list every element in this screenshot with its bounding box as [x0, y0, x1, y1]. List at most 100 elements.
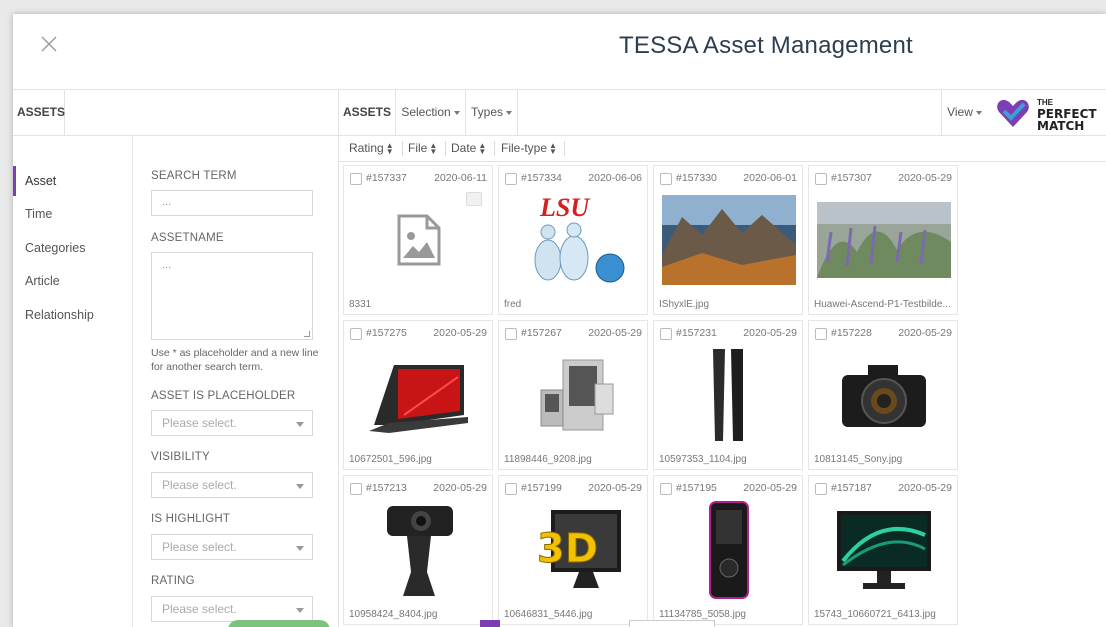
search-panel: SEARCH TERM ... ASSETNAME ... Use * as p… — [133, 136, 338, 627]
select-checkbox[interactable] — [815, 173, 827, 185]
side-nav-relationship[interactable]: Relationship — [13, 300, 132, 330]
select-checkbox[interactable] — [660, 173, 672, 185]
asset-date: 2020-05-29 — [743, 327, 797, 339]
sort-date[interactable]: Date ▲ ▼ — [451, 141, 486, 155]
types-dropdown[interactable]: Types — [466, 90, 518, 135]
side-nav-article[interactable]: Article — [13, 266, 132, 296]
view-dropdown[interactable]: View — [941, 90, 987, 135]
asset-date: 2020-06-06 — [588, 172, 642, 184]
side-nav-asset[interactable]: Asset — [13, 166, 132, 196]
select-value: Please select. — [162, 602, 237, 616]
select-checkbox[interactable] — [815, 483, 827, 495]
3d-monitor-image: 3D — [504, 500, 644, 600]
select-checkbox[interactable] — [350, 328, 362, 340]
selection-label: Selection — [401, 105, 451, 119]
close-icon[interactable] — [39, 34, 59, 54]
sort-rating-label: Rating — [349, 141, 384, 155]
asset-placeholder-select[interactable]: Please select. — [151, 410, 313, 436]
asset-id: #157267 — [521, 327, 562, 339]
asset-date: 2020-05-29 — [588, 327, 642, 339]
asset-date: 2020-05-29 — [898, 172, 952, 184]
asset-id: #157334 — [521, 172, 562, 184]
rating-select[interactable]: Please select. — [151, 596, 313, 622]
sort-rating[interactable]: Rating ▲ ▼ — [349, 141, 394, 155]
asset-date: 2020-06-01 — [743, 172, 797, 184]
asset-card[interactable]: #157275 2020-05-29 10672501_596.jpg — [343, 320, 493, 470]
asset-date: 2020-05-29 — [898, 482, 952, 494]
select-checkbox[interactable] — [815, 328, 827, 340]
asset-name: 10597353_1104.jpg — [659, 454, 747, 465]
pagination-active[interactable] — [480, 620, 500, 627]
asset-card[interactable]: #157330 2020-06-01 IShyxlE.jpg — [653, 165, 803, 315]
search-term-label: SEARCH TERM — [151, 170, 237, 182]
chevron-down-icon — [453, 110, 460, 115]
asset-date: 2020-05-29 — [588, 482, 642, 494]
heart-check-icon — [997, 99, 1029, 127]
portable-monitor-image — [349, 345, 489, 445]
asset-management-dialog: TESSA Asset Management ASSETS Asset Time… — [13, 14, 1106, 627]
bowling-pins-image: LSU — [504, 190, 644, 290]
side-nav-categories[interactable]: Categories — [13, 233, 132, 263]
visibility-select[interactable]: Please select. — [151, 472, 313, 498]
action-button[interactable] — [228, 620, 330, 627]
select-value: Please select. — [162, 478, 237, 492]
asset-card[interactable]: #157307 2020-05-29 Huawei-Ascend-P1-Test… — [808, 165, 958, 315]
sort-file-type[interactable]: File-type ▲ ▼ — [501, 141, 557, 155]
page-size-select[interactable] — [629, 620, 715, 627]
asset-card[interactable]: #157213 2020-05-29 10958424_8404.jpg — [343, 475, 493, 625]
asset-card[interactable]: #157228 2020-05-29 10813145_Sony.jpg — [808, 320, 958, 470]
sort-file[interactable]: File ▲ ▼ — [408, 141, 437, 155]
visibility-label: VISIBILITY — [151, 451, 210, 463]
tab-assets[interactable]: ASSETS — [339, 90, 396, 135]
search-term-input[interactable]: ... — [151, 190, 313, 216]
asset-card[interactable]: #157337 2020-06-11 8331 — [343, 165, 493, 315]
asset-card[interactable]: #157187 2020-05-29 15743_10660721_6413.j… — [808, 475, 958, 625]
asset-card[interactable]: #157231 2020-05-29 10597353_1104.jpg — [653, 320, 803, 470]
highlight-label: IS HIGHLIGHT — [151, 513, 231, 525]
asset-card[interactable]: #157199 2020-05-29 3D 10646831_5446.jpg — [498, 475, 648, 625]
highlight-select[interactable]: Please select. — [151, 534, 313, 560]
asset-card[interactable]: #157267 2020-05-29 11898446_9208.jpg — [498, 320, 648, 470]
asset-name: 11134785_5058.jpg — [659, 609, 746, 620]
chevron-down-icon — [296, 422, 304, 427]
lavender-field-image — [814, 190, 954, 290]
sort-arrows-icon: ▲ ▼ — [429, 140, 438, 156]
select-checkbox[interactable] — [505, 173, 517, 185]
assetname-textarea[interactable]: ... — [151, 252, 313, 340]
asset-id: #157337 — [366, 172, 407, 184]
webcam-image — [349, 500, 489, 600]
asset-date: 2020-05-29 — [743, 482, 797, 494]
asset-name: 10958424_8404.jpg — [349, 609, 438, 620]
select-checkbox[interactable] — [505, 483, 517, 495]
types-label: Types — [470, 105, 503, 119]
monitor-image — [814, 500, 954, 600]
asset-name: 10646831_5446.jpg — [504, 609, 593, 620]
sort-bar: Rating ▲ ▼ File ▲ ▼ Date ▲ ▼ File-type ▲ ▼ — [338, 136, 1106, 162]
asset-date: 2020-05-29 — [433, 482, 487, 494]
chevron-down-icon — [296, 608, 304, 613]
perfect-match-logo: THE PERFECT MATCH — [995, 96, 1103, 132]
asset-name: 8331 — [349, 299, 372, 310]
mountain-valley-image — [659, 190, 799, 290]
asset-id: #157195 — [676, 482, 717, 494]
asset-id: #157275 — [366, 327, 407, 339]
selection-dropdown[interactable]: Selection — [396, 90, 466, 135]
select-checkbox[interactable] — [350, 173, 362, 185]
sort-date-label: Date — [451, 141, 477, 155]
select-checkbox[interactable] — [660, 483, 672, 495]
asset-name: 15743_10660721_6413.jpg — [814, 609, 936, 620]
asset-date: 2020-06-11 — [434, 172, 487, 184]
select-checkbox[interactable] — [505, 328, 517, 340]
chevron-down-icon — [506, 110, 512, 115]
select-checkbox[interactable] — [660, 328, 672, 340]
side-nav-time[interactable]: Time — [13, 199, 132, 229]
asset-name: 10672501_596.jpg — [349, 454, 432, 465]
asset-card[interactable]: #157195 2020-05-29 11134785_5058.jpg — [653, 475, 803, 625]
select-checkbox[interactable] — [350, 483, 362, 495]
resize-handle-icon[interactable] — [304, 331, 310, 337]
app-title: TESSA Asset Management — [619, 32, 913, 59]
devices-image — [504, 345, 644, 445]
tab-assets-left[interactable]: ASSETS — [13, 90, 65, 135]
select-value: Please select. — [162, 416, 237, 430]
asset-card[interactable]: #157334 2020-06-06 LSU fred — [498, 165, 648, 315]
